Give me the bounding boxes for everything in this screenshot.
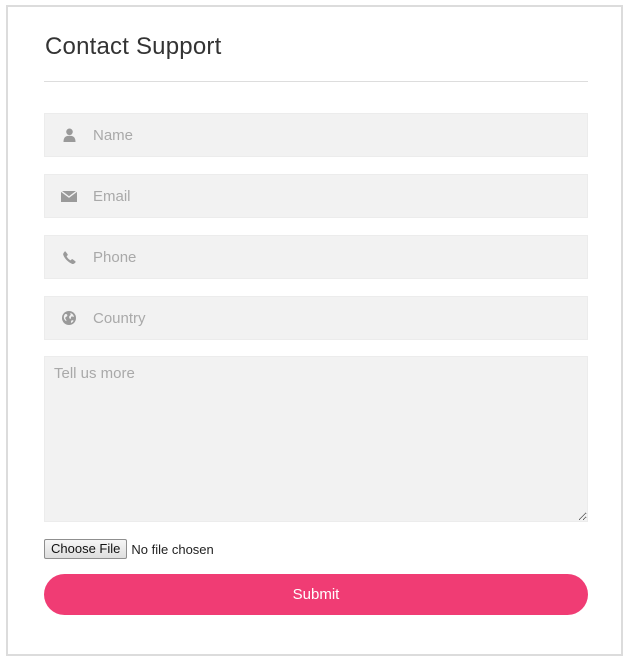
name-field[interactable] (44, 113, 588, 157)
file-status-text: No file chosen (131, 541, 214, 557)
country-input[interactable] (93, 297, 573, 339)
contact-support-card: Contact Support Name Email Phone Country… (6, 5, 623, 656)
email-field[interactable] (44, 174, 588, 218)
user-icon (61, 127, 77, 143)
submit-button[interactable]: Submit (44, 574, 588, 615)
title-divider (44, 81, 588, 82)
message-textarea[interactable] (44, 356, 588, 522)
message-field[interactable] (44, 356, 588, 522)
phone-field[interactable] (44, 235, 588, 279)
name-input[interactable] (93, 114, 573, 156)
globe-icon (61, 310, 77, 326)
email-input[interactable] (93, 175, 573, 217)
phone-input[interactable] (93, 236, 573, 278)
file-upload: Choose File No file chosen (44, 539, 214, 559)
choose-file-button[interactable]: Choose File (44, 539, 128, 559)
envelope-icon (61, 188, 77, 204)
country-field[interactable] (44, 296, 588, 340)
phone-icon (61, 249, 77, 265)
form-title: Contact Support (45, 33, 222, 60)
